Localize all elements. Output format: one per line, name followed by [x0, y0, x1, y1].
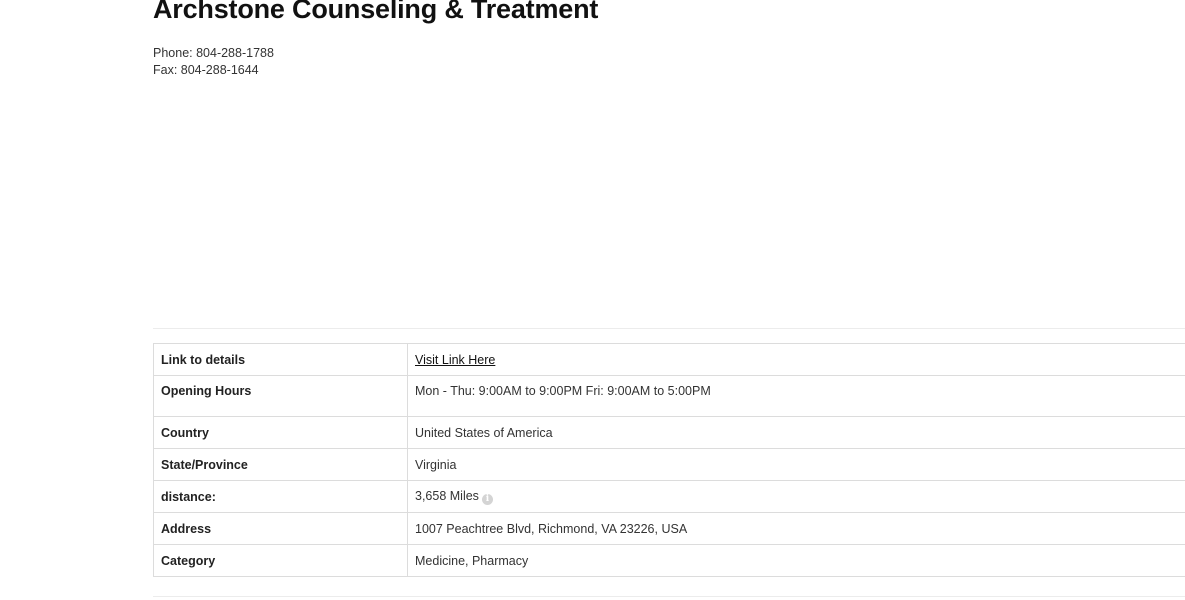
distance-value: 3,658 Miles: [415, 488, 479, 503]
table-row: Category Medicine, Pharmacy: [153, 544, 1185, 577]
row-value-category: Medicine, Pharmacy: [407, 544, 1185, 577]
visit-link[interactable]: Visit Link Here: [415, 353, 495, 367]
row-label-distance: distance:: [153, 480, 408, 513]
table-row: State/Province Virginia: [153, 448, 1185, 481]
row-value-distance: 3,658 Miles i: [407, 480, 1185, 513]
table-row: Country United States of America: [153, 416, 1185, 449]
page-title: Archstone Counseling & Treatment: [153, 0, 599, 24]
contact-info: Phone: 804-288-1788 Fax: 804-288-1644: [153, 45, 274, 79]
info-icon[interactable]: i: [481, 493, 493, 505]
row-value-country: United States of America: [407, 416, 1185, 449]
divider: [153, 596, 1185, 597]
fax-line: Fax: 804-288-1644: [153, 63, 259, 77]
row-label-address: Address: [153, 512, 408, 545]
row-value-address: 1007 Peachtree Blvd, Richmond, VA 23226,…: [407, 512, 1185, 545]
listing-page: Archstone Counseling & Treatment Phone: …: [153, 0, 1185, 600]
table-row: distance: 3,658 Miles i: [153, 480, 1185, 513]
row-label-link: Link to details: [153, 343, 408, 376]
row-label-state: State/Province: [153, 448, 408, 481]
row-value-link: Visit Link Here: [407, 343, 1185, 376]
row-label-hours: Opening Hours: [153, 375, 408, 417]
table-row: Link to details Visit Link Here: [153, 343, 1185, 376]
divider: [153, 328, 1185, 329]
row-value-state: Virginia: [407, 448, 1185, 481]
table-row: Opening Hours Mon - Thu: 9:00AM to 9:00P…: [153, 375, 1185, 417]
phone-line: Phone: 804-288-1788: [153, 46, 274, 60]
row-label-category: Category: [153, 544, 408, 577]
table-row: Address 1007 Peachtree Blvd, Richmond, V…: [153, 512, 1185, 545]
row-label-country: Country: [153, 416, 408, 449]
details-table: Link to details Visit Link Here Opening …: [153, 343, 1185, 577]
row-value-hours: Mon - Thu: 9:00AM to 9:00PM Fri: 9:00AM …: [407, 375, 1185, 417]
